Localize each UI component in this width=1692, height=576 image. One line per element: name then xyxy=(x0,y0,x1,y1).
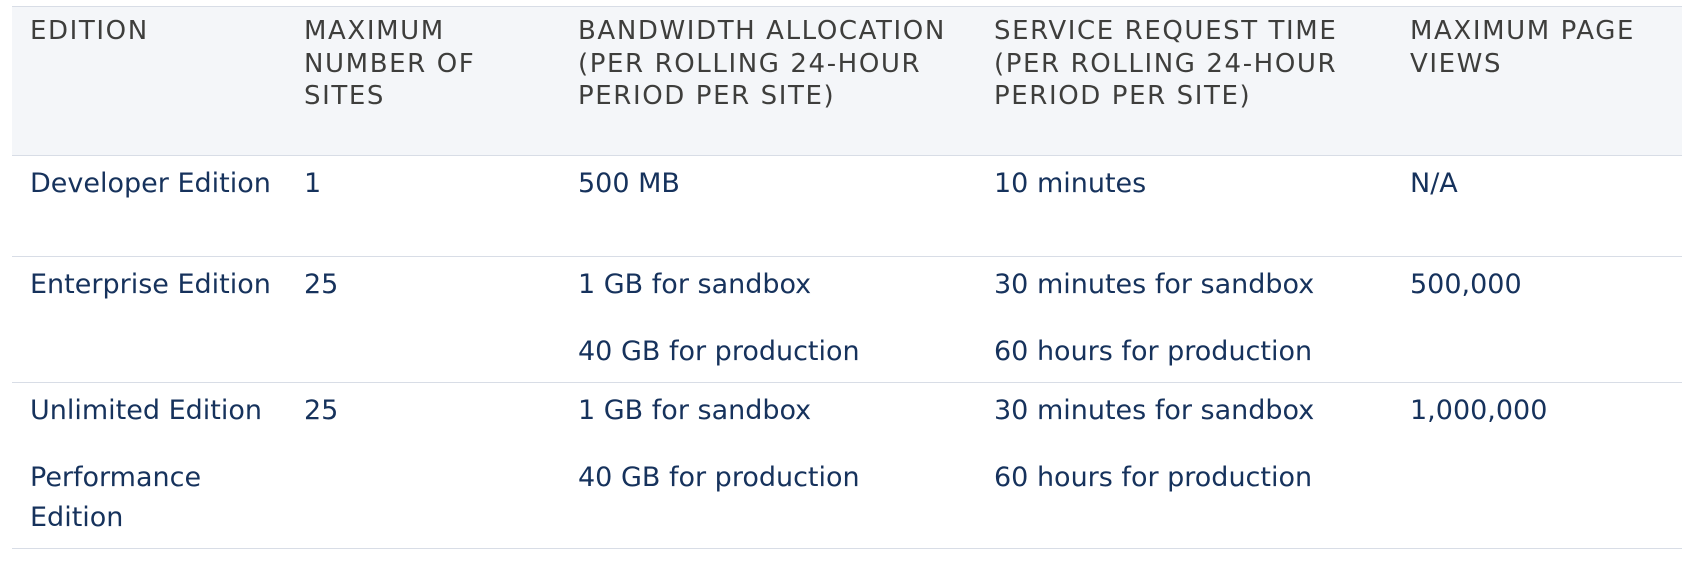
cell-text: 60 hours for production xyxy=(994,336,1313,367)
cell-text: 40 GB for production xyxy=(578,336,860,367)
cell-service-time: 10 minutes xyxy=(976,156,1392,257)
cell-bandwidth: 1 GB for sandbox 40 GB for production xyxy=(560,257,976,383)
cell-text: 1 GB for sandbox xyxy=(578,395,812,426)
cell-service-time: 30 minutes for sandbox 60 hours for prod… xyxy=(976,257,1392,383)
cell-edition: Enterprise Edition xyxy=(12,257,286,383)
table-header: EDITION MAXIMUM NUMBER OF SITES BANDWIDT… xyxy=(12,6,1682,156)
editions-limits-table: EDITION MAXIMUM NUMBER OF SITES BANDWIDT… xyxy=(12,6,1682,549)
cell-text: 60 hours for production xyxy=(994,462,1313,493)
header-max-sites: MAXIMUM NUMBER OF SITES xyxy=(304,16,476,111)
header-row: EDITION MAXIMUM NUMBER OF SITES BANDWIDT… xyxy=(12,6,1682,156)
header-max-page-views: MAXIMUM PAGE VIEWS xyxy=(1410,16,1635,79)
cell-text: Unlimited Edition xyxy=(30,395,263,426)
cell-page-views: N/A xyxy=(1410,168,1458,199)
cell-text: 1 GB for sandbox xyxy=(578,269,812,300)
table-row: Developer Edition 1 500 MB 10 minutes N/… xyxy=(12,156,1682,257)
cell-max-sites: 1 xyxy=(304,168,322,199)
cell-edition: Developer Edition xyxy=(12,156,286,257)
table-row: Unlimited Edition Performance Edition 25… xyxy=(12,383,1682,549)
table-body: Developer Edition 1 500 MB 10 minutes N/… xyxy=(12,156,1682,549)
cell-bandwidth: 500 MB xyxy=(560,156,976,257)
cell-text: Developer Edition xyxy=(30,168,271,199)
cell-page-views: 1,000,000 xyxy=(1410,395,1548,426)
cell-edition: Unlimited Edition Performance Edition xyxy=(12,383,286,549)
cell-max-sites: 25 xyxy=(304,269,339,300)
header-edition: EDITION xyxy=(30,16,149,46)
table-row: Enterprise Edition 25 1 GB for sandbox 4… xyxy=(12,257,1682,383)
cell-bandwidth: 1 GB for sandbox 40 GB for production xyxy=(560,383,976,549)
header-service-request-time: SERVICE REQUEST TIME (PER ROLLING 24-HOU… xyxy=(994,16,1338,111)
header-bandwidth: BANDWIDTH ALLOCATION (PER ROLLING 24-HOU… xyxy=(578,16,946,111)
cell-max-sites: 25 xyxy=(304,395,339,426)
cell-text: 30 minutes for sandbox xyxy=(994,395,1315,426)
cell-text: 40 GB for production xyxy=(578,462,860,493)
cell-text: 10 minutes xyxy=(994,168,1147,199)
cell-service-time: 30 minutes for sandbox 60 hours for prod… xyxy=(976,383,1392,549)
cell-text: Enterprise Edition xyxy=(30,269,271,300)
cell-text: 30 minutes for sandbox xyxy=(994,269,1315,300)
cell-page-views: 500,000 xyxy=(1410,269,1522,300)
cell-text: Performance Edition xyxy=(30,462,202,533)
cell-text: 500 MB xyxy=(578,168,680,199)
